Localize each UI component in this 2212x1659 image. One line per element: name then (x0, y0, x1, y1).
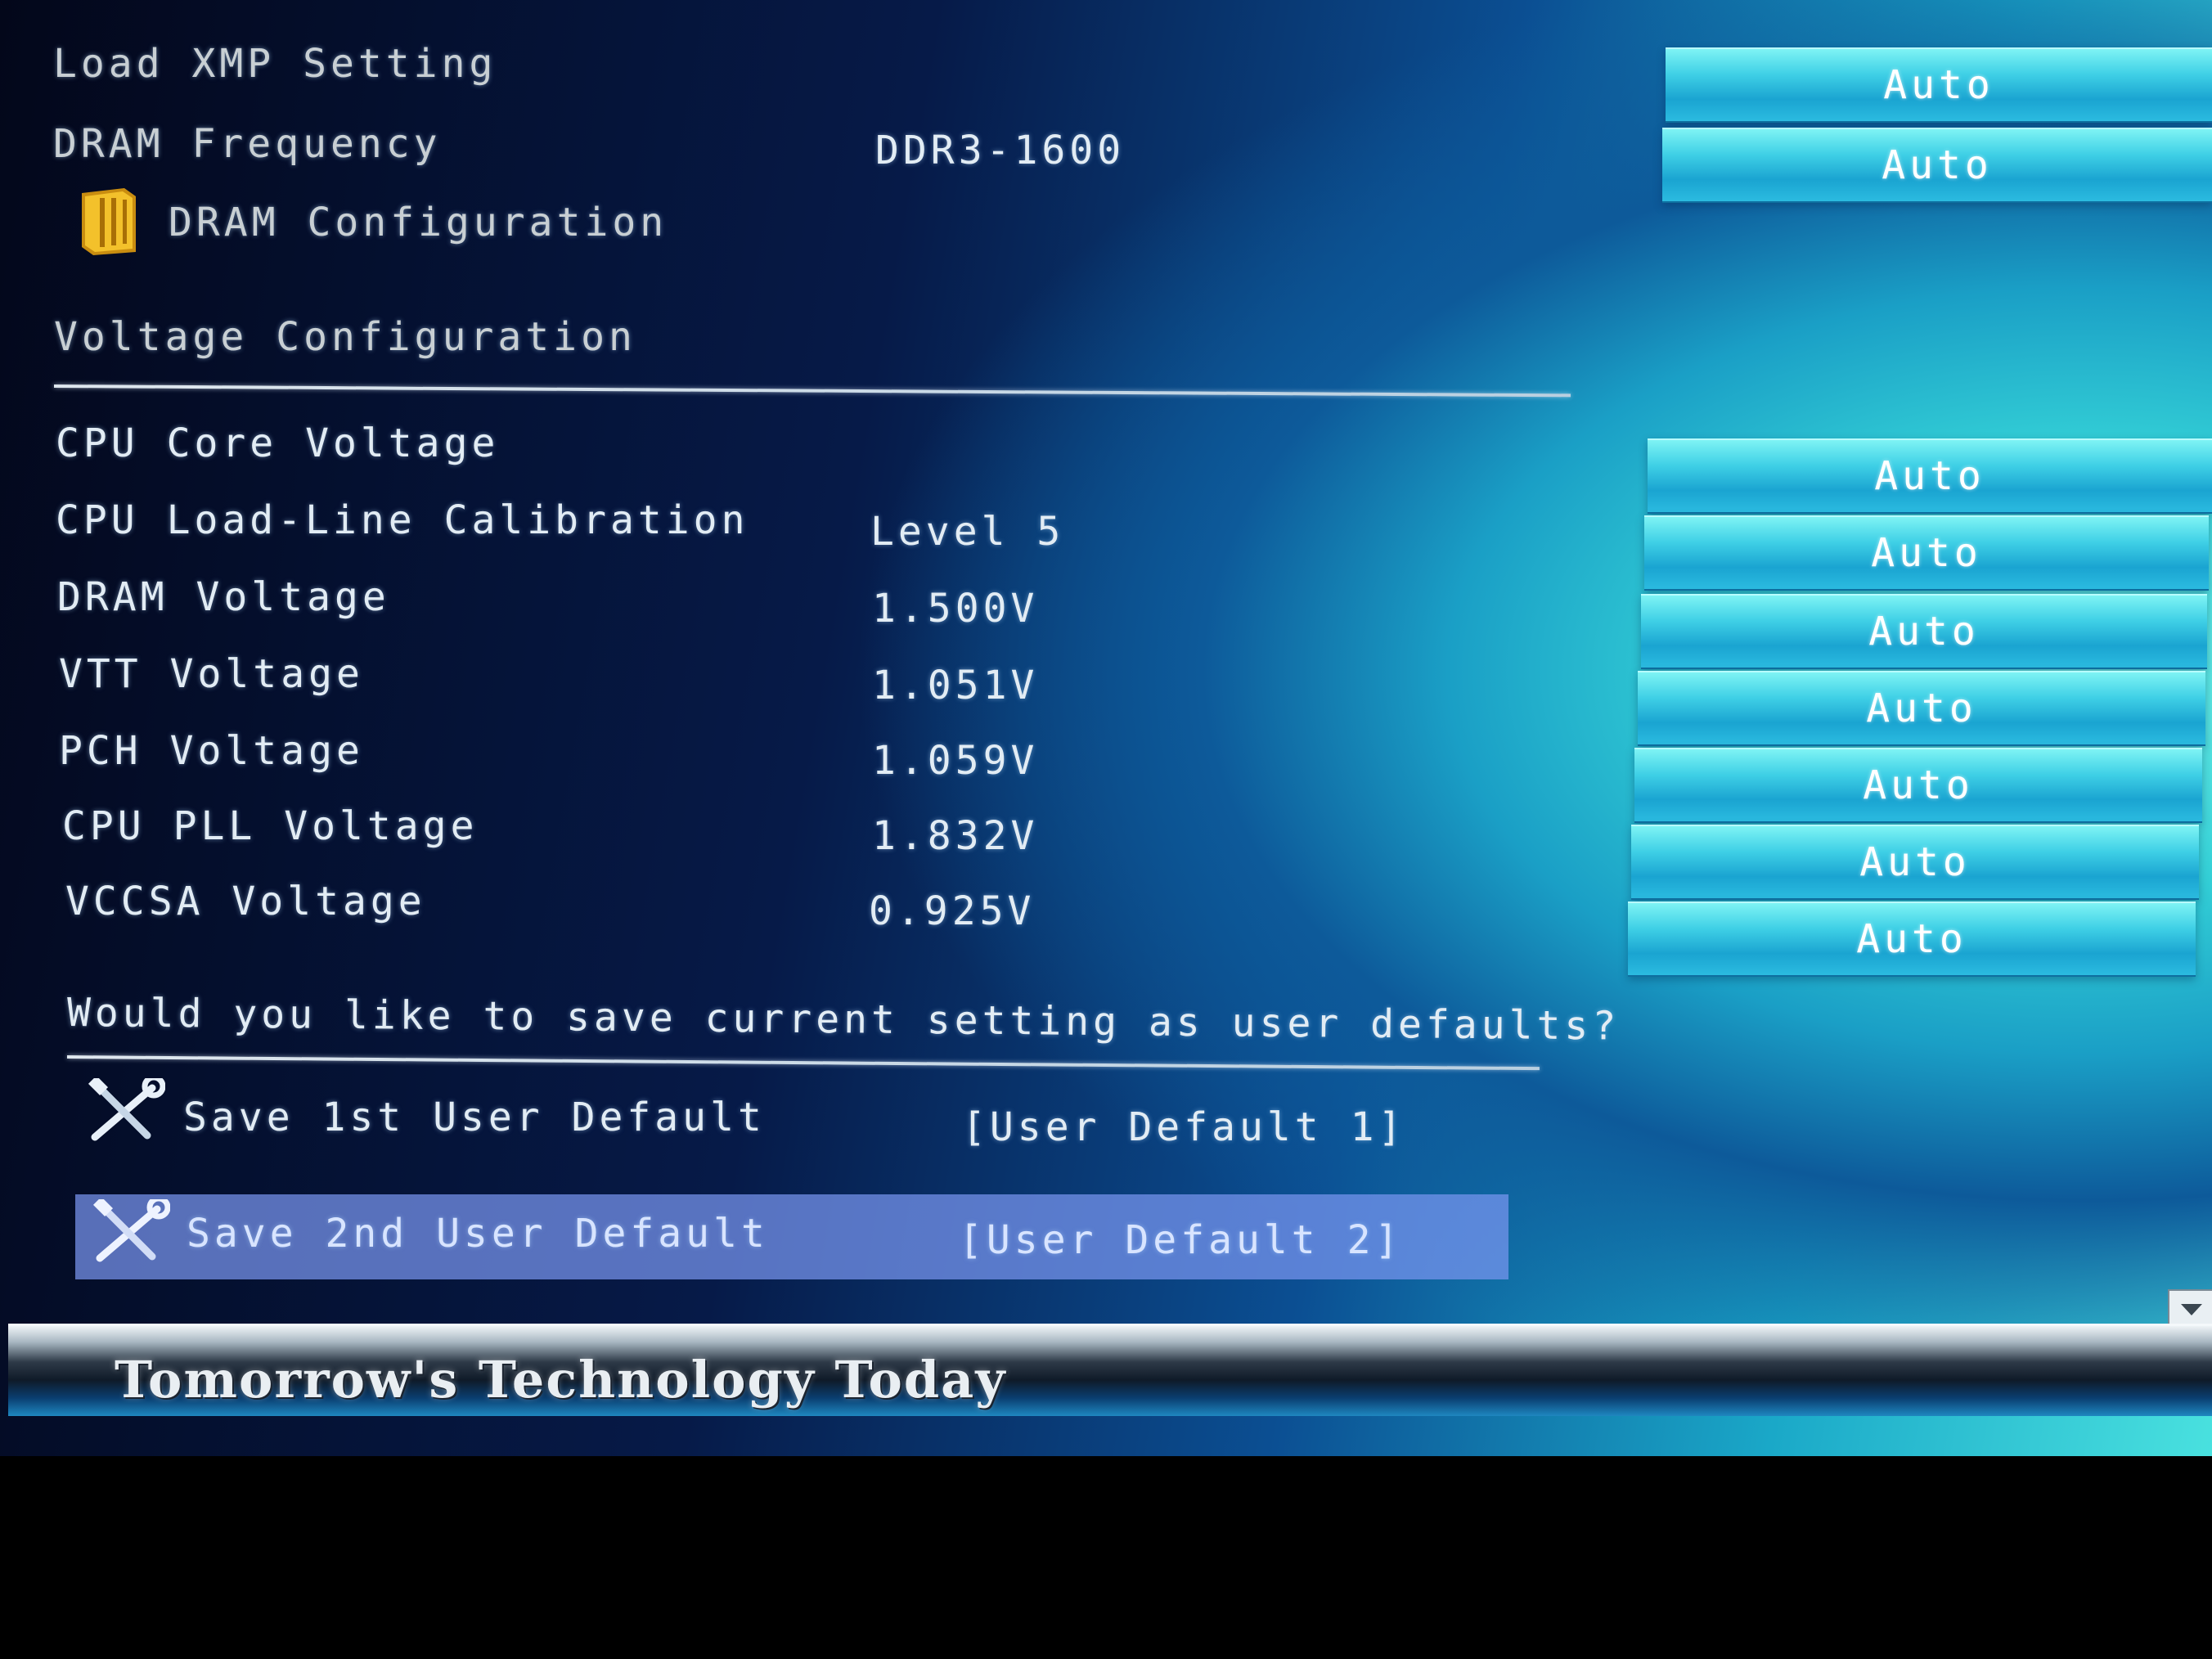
vtt-voltage-value: 1.051V (872, 663, 1039, 708)
dram-configuration-label: DRAM Configuration (169, 200, 668, 245)
cpu-llc-row[interactable]: CPU Load-Line Calibration Level 5 (49, 489, 1194, 555)
vtt-voltage-row[interactable]: VTT Voltage 1.051V (49, 643, 1194, 708)
vccsa-voltage-value: 0.925V (869, 888, 1036, 934)
dram-frequency-label: DRAM Frequency (53, 121, 442, 167)
vccsa-voltage-setting-value: Auto (1856, 916, 1967, 962)
dram-frequency-row[interactable]: DRAM Frequency DDR3-1600 (41, 111, 1186, 177)
voltage-section-title: Voltage Configuration (54, 314, 636, 360)
monitor-bezel (0, 1456, 2212, 1659)
cpu-pll-voltage-setting-value: Auto (1859, 839, 1971, 885)
scroll-down-button[interactable] (2168, 1289, 2212, 1329)
dram-frequency-value: DDR3-1600 (875, 128, 1126, 173)
cpu-llc-value: Level 5 (870, 509, 1065, 555)
memory-folder-icon (82, 188, 136, 255)
cpu-pll-voltage-row[interactable]: CPU PLL Voltage 1.832V (49, 795, 1194, 861)
voltage-separator (53, 384, 1571, 398)
dram-voltage-setting-button[interactable]: Auto (1641, 594, 2207, 669)
footer-tagline: Tomorrow's Technology Today (115, 1350, 1007, 1409)
bios-screen: Load XMP Setting DRAM Frequency DDR3-160… (0, 0, 2212, 1456)
cpu-pll-voltage-value: 1.832V (872, 813, 1039, 859)
pch-voltage-setting-button[interactable]: Auto (1634, 748, 2202, 823)
cpu-llc-setting-value: Auto (1871, 530, 1982, 576)
dram-configuration-row[interactable]: DRAM Configuration (74, 187, 728, 268)
user-defaults-prompt: Would you like to save current setting a… (66, 990, 1621, 1050)
pch-voltage-label: PCH Voltage (59, 728, 364, 774)
dram-voltage-setting-value: Auto (1868, 609, 1980, 654)
dram-voltage-row[interactable]: DRAM Voltage 1.500V (49, 566, 1194, 632)
cpu-core-voltage-setting-button[interactable]: Auto (1648, 438, 2212, 514)
cpu-pll-voltage-label: CPU PLL Voltage (62, 803, 479, 849)
wrench-screwdriver-icon (92, 1199, 170, 1262)
load-xmp-label: Load XMP Setting (53, 41, 497, 87)
wrench-screwdriver-icon (88, 1078, 165, 1141)
cpu-pll-voltage-setting-button[interactable]: Auto (1631, 825, 2199, 900)
cpu-llc-label: CPU Load-Line Calibration (56, 497, 749, 543)
dram-voltage-label: DRAM Voltage (57, 574, 390, 620)
scroll-down-arrow-icon (2181, 1304, 2202, 1315)
cpu-llc-setting-button[interactable]: Auto (1644, 515, 2209, 591)
save-1st-user-default-value: [User Default 1] (962, 1104, 1406, 1150)
dram-frequency-setting-value: Auto (1882, 142, 1993, 188)
vtt-voltage-label: VTT Voltage (59, 651, 364, 697)
vccsa-voltage-row[interactable]: VCCSA Voltage 0.925V (49, 870, 1194, 936)
dram-voltage-value: 1.500V (872, 586, 1039, 632)
cpu-core-voltage-row[interactable]: CPU Core Voltage (49, 412, 1194, 478)
vccsa-voltage-setting-button[interactable]: Auto (1628, 901, 2196, 977)
save-2nd-user-default-value: [User Default 2] (959, 1217, 1403, 1263)
dram-frequency-setting-button[interactable]: Auto (1662, 128, 2212, 203)
save-1st-user-default-label: Save 1st User Default (183, 1095, 766, 1140)
save-1st-user-default-row[interactable]: Save 1st User Default [User Default 1] (82, 1075, 1407, 1157)
user-defaults-separator (66, 1055, 1540, 1071)
vccsa-voltage-label: VCCSA Voltage (65, 879, 426, 924)
pch-voltage-value: 1.059V (872, 738, 1039, 784)
vtt-voltage-setting-button[interactable]: Auto (1638, 671, 2205, 746)
pch-voltage-setting-value: Auto (1863, 762, 1974, 808)
load-xmp-setting-button[interactable]: Auto (1666, 47, 2212, 123)
save-2nd-user-default-row[interactable]: Save 2nd User Default [User Default 2] (75, 1194, 1508, 1279)
load-xmp-setting-value: Auto (1883, 62, 1994, 108)
cpu-core-voltage-label: CPU Core Voltage (56, 420, 500, 466)
vtt-voltage-setting-value: Auto (1866, 686, 1977, 731)
cpu-core-voltage-setting-value: Auto (1874, 453, 1985, 499)
save-2nd-user-default-label: Save 2nd User Default (187, 1211, 769, 1257)
pch-voltage-row[interactable]: PCH Voltage 1.059V (49, 720, 1194, 785)
load-xmp-row[interactable]: Load XMP Setting (41, 31, 859, 97)
